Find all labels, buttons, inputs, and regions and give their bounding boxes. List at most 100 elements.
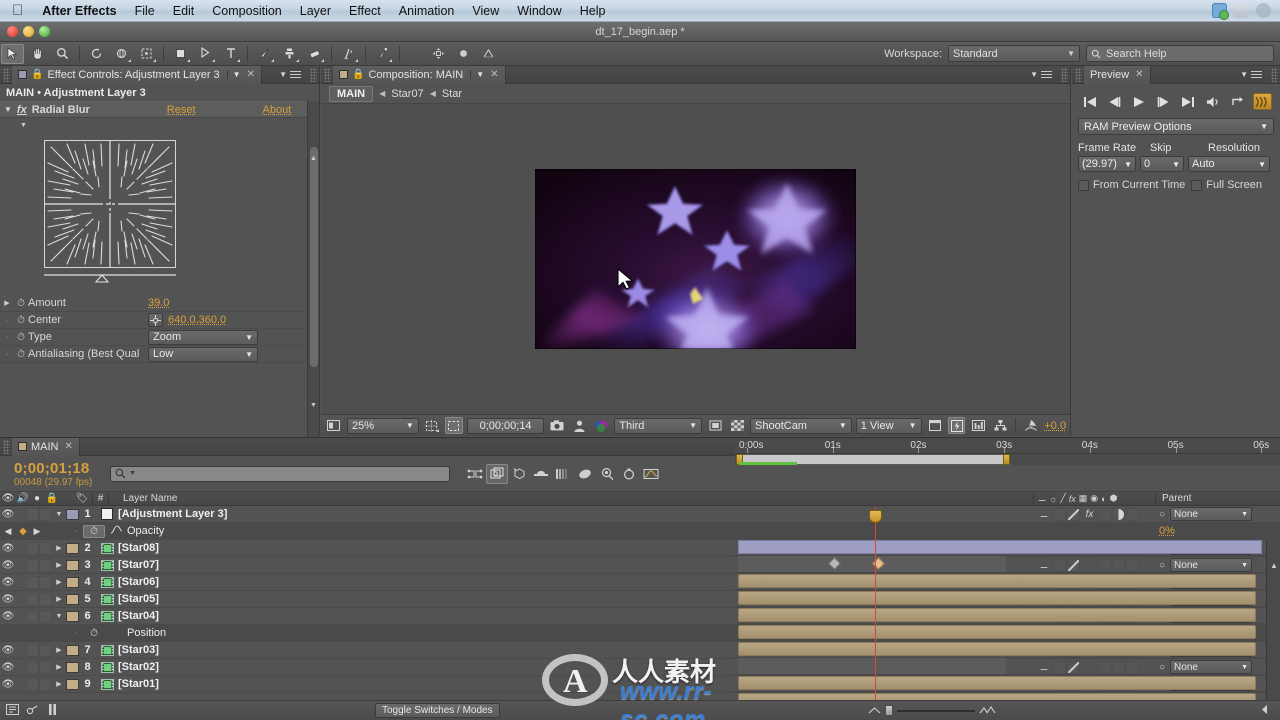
resolution-select[interactable]: Third ▼ [614, 418, 702, 434]
effect-panel-scrollbar[interactable]: ▲ ▼ [307, 101, 319, 471]
scroll-down-icon[interactable]: ▼ [310, 402, 317, 409]
magnification-select[interactable]: 25% ▼ [347, 418, 419, 434]
layer-duration-bar[interactable] [738, 591, 1256, 605]
property-name[interactable]: Opacity [127, 525, 1033, 537]
effect-property-amount[interactable]: ▶ ⏱ Amount 39.0 [0, 295, 319, 312]
layer-solo-cell[interactable] [26, 610, 39, 623]
zoom-slider-track[interactable] [897, 710, 975, 712]
comp-mini-flowchart-icon[interactable] [6, 704, 19, 718]
property-track-row[interactable] [735, 556, 1280, 573]
layer-lock-cell[interactable] [39, 644, 52, 657]
panel-menu-button[interactable]: ▼ [1240, 70, 1262, 79]
twirl-right-icon[interactable]: ▶ [0, 299, 14, 307]
orbit-camera-tool[interactable] [110, 44, 133, 64]
keyframe-navigator-icon[interactable]: ◆ [16, 526, 30, 537]
current-time-display[interactable]: 0;00;01;18 00048 (29.97 fps) [0, 460, 110, 488]
brainstorm-icon[interactable] [574, 464, 596, 484]
previous-keyframe-icon[interactable]: ◀ [0, 526, 16, 537]
transform-axis-icon[interactable] [427, 44, 450, 64]
layer-duration-bar[interactable] [738, 625, 1256, 639]
table-row[interactable]: 👁 ▼ 1 [Adjustment Layer 3] ⚊ fx ○ None ▼ [0, 506, 1280, 523]
exposure-reset-icon[interactable] [1022, 417, 1040, 434]
layer-parent[interactable]: ○ None ▼ [1155, 507, 1280, 521]
menu-layer[interactable]: Layer [291, 0, 340, 22]
rotation-tool[interactable] [85, 44, 108, 64]
layer-duration-bar[interactable] [738, 642, 1256, 656]
comp-region-of-interest-icon[interactable] [445, 417, 463, 434]
panel-grip-right-icon[interactable] [310, 68, 317, 82]
layer-visibility-icon[interactable]: 👁 [0, 662, 16, 673]
layer-solo-cell[interactable] [26, 678, 39, 691]
center-point-picker-icon[interactable] [148, 313, 163, 327]
twirl-right-icon[interactable]: ▶ [52, 595, 66, 603]
layer-name[interactable]: [Adjustment Layer 3] [118, 508, 1033, 520]
effect-property-center[interactable]: · ⏱ Center 640.0,360.0 [0, 312, 319, 329]
pan-behind-tool[interactable] [135, 44, 158, 64]
type-tool[interactable] [219, 44, 242, 64]
audio-icon[interactable] [1204, 93, 1223, 110]
layer-visibility-icon[interactable]: 👁 [0, 509, 16, 520]
stopwatch-icon[interactable]: ⏱ [14, 298, 28, 309]
dropbox-icon[interactable] [1212, 3, 1227, 18]
property-track-row[interactable] [735, 658, 1280, 675]
comp-grid-guides-icon[interactable] [423, 417, 441, 434]
checkbox-icon[interactable] [1078, 180, 1089, 191]
parent-column-header[interactable]: Parent [1155, 493, 1280, 504]
layer-solo-cell[interactable] [26, 508, 39, 521]
ram-preview-icon[interactable] [1253, 93, 1272, 110]
eraser-tool[interactable] [303, 44, 326, 64]
menu-app-name[interactable]: After Effects [33, 0, 125, 22]
enable-motion-blur-icon[interactable] [552, 464, 574, 484]
timeline-ruler[interactable]: 0:00s 01s 02s 03s 04s 05s 06s [735, 438, 1280, 468]
collapse-left-icon[interactable] [1260, 704, 1270, 718]
twirl-right-icon[interactable]: ▶ [52, 544, 66, 552]
layer-solo-cell[interactable] [26, 542, 39, 555]
skip-select[interactable]: 0 ▼ [1140, 156, 1184, 172]
timeline-search-input[interactable]: ▼ [110, 466, 450, 482]
track-scrollbar[interactable]: ▲ [1266, 539, 1280, 700]
work-area-bar[interactable] [735, 454, 1280, 465]
layer-label-color[interactable] [66, 662, 79, 673]
stopwatch-icon[interactable]: ⏱ [14, 332, 28, 343]
menu-view[interactable]: View [463, 0, 508, 22]
twirl-right-icon[interactable]: ▶ [52, 578, 66, 586]
from-current-time-checkbox[interactable]: From Current Time [1078, 179, 1185, 191]
twirl-down-icon-2[interactable]: ▼ [20, 122, 27, 129]
layer-lock-cell[interactable] [39, 593, 52, 606]
exposure-value[interactable]: +0.0 [1044, 420, 1066, 432]
property-value[interactable]: 0% [1155, 525, 1280, 537]
panel-grip-right-icon[interactable] [1271, 68, 1278, 82]
frame-rate-select[interactable]: (29.97) ▼ [1078, 156, 1136, 172]
layer-name-column-header[interactable]: Layer Name [108, 493, 1033, 504]
panel-grip-icon[interactable] [1075, 68, 1082, 82]
selection-tool[interactable] [1, 44, 24, 64]
views-select[interactable]: 1 View ▼ [856, 418, 922, 434]
stack-icon[interactable] [1234, 3, 1249, 18]
layer-track-row[interactable] [735, 573, 1280, 590]
type-dropdown[interactable]: Zoom ▼ [148, 330, 258, 345]
adjustment-switch-cell[interactable] [1112, 508, 1125, 521]
breadcrumb-star[interactable]: Star [442, 88, 462, 100]
snapping-dot-icon[interactable] [452, 44, 475, 64]
effect-header-radial-blur[interactable]: ▼ fx Radial Blur Reset About [0, 101, 319, 118]
layer-label-color[interactable] [66, 645, 79, 656]
menu-help[interactable]: Help [571, 0, 615, 22]
layer-duration-bar[interactable] [738, 540, 1262, 554]
region-interest-toggle-icon[interactable] [706, 417, 724, 434]
layer-label-color[interactable] [66, 594, 79, 605]
layer-track-row[interactable] [735, 624, 1280, 641]
transparency-grid-icon[interactable] [728, 417, 746, 434]
composition-viewer-area[interactable] [321, 104, 1070, 414]
layer-label-color[interactable] [66, 679, 79, 690]
layer-solo-cell[interactable] [26, 576, 39, 589]
effect-reset-link[interactable]: Reset [167, 104, 196, 116]
tab-composition-main[interactable]: 🔒 Composition: MAIN ▼ ✕ [333, 66, 506, 84]
frame-blend-switch-cell[interactable] [1098, 508, 1111, 521]
volume-icon[interactable] [1256, 3, 1271, 18]
layer-lock-cell[interactable] [39, 661, 52, 674]
menu-window[interactable]: Window [508, 0, 570, 22]
pixel-aspect-icon[interactable] [926, 417, 944, 434]
show-snapshot-icon[interactable] [570, 417, 588, 434]
hide-shy-layers-icon[interactable] [508, 464, 530, 484]
radial-blur-amount-slider[interactable] [44, 272, 176, 287]
